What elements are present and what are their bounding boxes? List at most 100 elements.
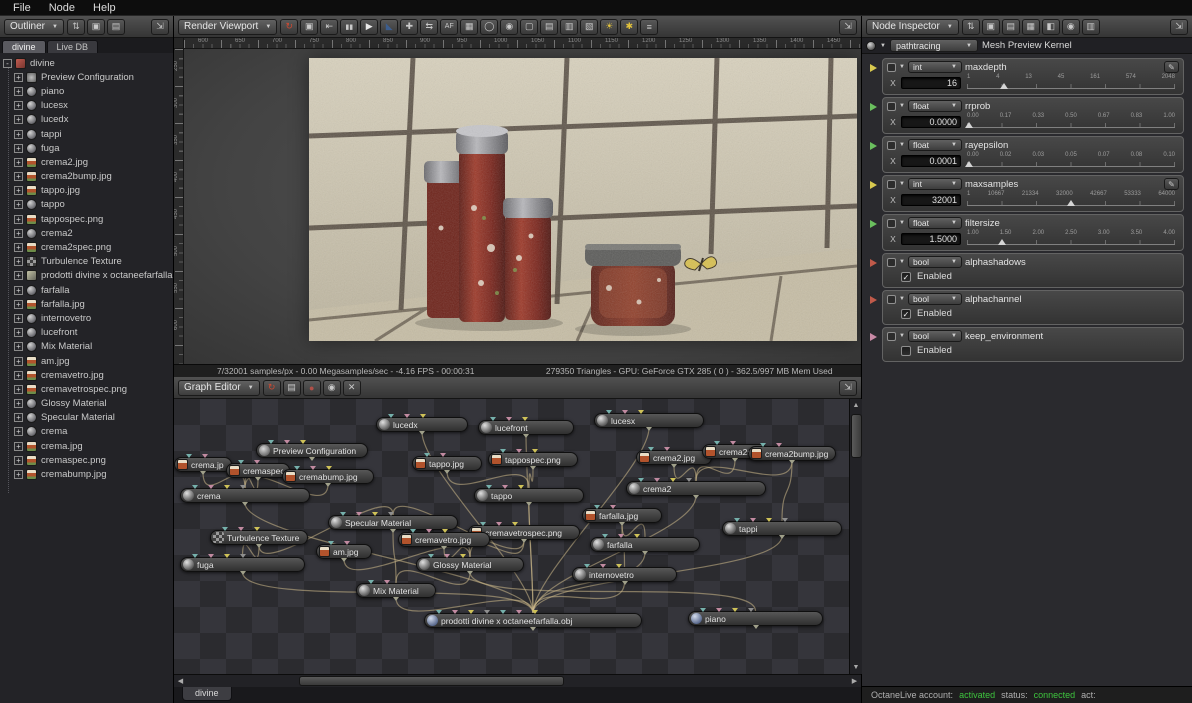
tree-item-cremaspec-png[interactable]: + cremaspec.png — [0, 453, 173, 467]
node-pin-icon[interactable] — [208, 554, 214, 558]
graph-node-farfalla[interactable]: farfalla — [590, 534, 700, 555]
expand-icon[interactable]: + — [14, 370, 23, 380]
inspector-expand-icon[interactable]: ⇲ — [1170, 18, 1188, 35]
graph-node-crema[interactable]: crema — [180, 485, 310, 506]
kernel-type-dropdown[interactable]: pathtracing ▼ — [889, 39, 978, 52]
graph-node-fuga[interactable]: fuga — [180, 554, 305, 575]
node-pin-icon[interactable] — [480, 522, 486, 526]
graph-node-tappi[interactable]: tappi — [722, 518, 842, 539]
node-pin-icon[interactable] — [532, 610, 538, 614]
node-pin-icon[interactable] — [440, 453, 446, 457]
node-pin-icon[interactable] — [766, 518, 772, 522]
autofocus-icon[interactable]: AF — [440, 18, 459, 35]
graph-expand-icon[interactable]: ⇲ — [839, 379, 857, 396]
node-pin-icon[interactable] — [506, 417, 512, 421]
node-pin-icon[interactable] — [310, 466, 316, 470]
output-pin-icon[interactable] — [393, 597, 399, 601]
param-value-input[interactable]: 16 — [901, 76, 961, 89]
output-pin-icon[interactable] — [619, 522, 625, 526]
expand-icon[interactable]: + — [14, 186, 23, 196]
expand-icon[interactable]: + — [14, 413, 23, 423]
node-pin-icon[interactable] — [654, 478, 660, 482]
node-pin-icon[interactable] — [518, 485, 524, 489]
node-pin-icon[interactable] — [700, 608, 706, 612]
node-pin-icon[interactable] — [368, 580, 374, 584]
expand-icon[interactable]: + — [14, 143, 23, 153]
param-type-dropdown[interactable]: int ▼ — [907, 61, 962, 73]
picker-icon[interactable]: ◣ — [380, 18, 399, 35]
expand-icon[interactable]: + — [14, 257, 23, 267]
tree-item-tappo[interactable]: + tappo — [0, 198, 173, 212]
menu-file[interactable]: File — [4, 0, 40, 16]
output-pin-icon[interactable] — [256, 544, 262, 548]
inspector-selector-dropdown[interactable]: Node Inspector ▼ — [866, 18, 959, 35]
node-pin-icon[interactable] — [340, 512, 346, 516]
collapse-arrow-icon[interactable]: ▼ — [899, 142, 905, 148]
tree-item-piano[interactable]: + piano — [0, 84, 173, 98]
output-pin-icon[interactable] — [693, 495, 699, 499]
node-pin-icon[interactable] — [500, 449, 506, 453]
node-pin-icon[interactable] — [468, 610, 474, 614]
outliner-selector-dropdown[interactable]: Outliner ▼ — [4, 18, 64, 35]
node-pin-icon[interactable] — [254, 527, 260, 531]
graph-node-lucedx[interactable]: lucedx — [376, 414, 468, 435]
scroll-up-icon[interactable]: ▲ — [850, 399, 863, 412]
node-pin-icon[interactable] — [460, 554, 466, 558]
graph-node-cvetro[interactable]: cremavetro.jpg — [398, 529, 490, 550]
output-pin-icon[interactable] — [242, 502, 248, 506]
sync-icon[interactable]: ⇅ — [66, 18, 85, 35]
tree-item-farfalla-jpg[interactable]: + farfalla.jpg — [0, 297, 173, 311]
tree-item-divine[interactable]: - divine — [0, 56, 173, 70]
node-pin-icon[interactable] — [512, 522, 518, 526]
node-pin-icon[interactable] — [254, 460, 260, 464]
param-pin-icon[interactable] — [870, 142, 877, 150]
output-pin-icon[interactable] — [441, 546, 447, 550]
film-icon[interactable]: ▦ — [460, 18, 479, 35]
node-pin-icon[interactable] — [602, 534, 608, 538]
expand-icon[interactable]: + — [14, 157, 23, 167]
enabled-checkbox[interactable]: ✓ — [901, 308, 911, 319]
node-pin-icon[interactable] — [452, 610, 458, 614]
graph-node-internovetro[interactable]: internovetro — [572, 564, 677, 585]
tree-item-preview-configuration[interactable]: + Preview Configuration — [0, 70, 173, 84]
viewport-expand-icon[interactable]: ⇲ — [839, 18, 857, 35]
graph-node-tappospec[interactable]: tappospec.png — [488, 449, 578, 470]
tree-item-crema2[interactable]: + crema2 — [0, 226, 173, 240]
graph-node-crema2[interactable]: crema2 — [626, 478, 766, 499]
param-pin-icon[interactable] — [870, 333, 877, 341]
aperture-icon[interactable]: ◉ — [500, 18, 519, 35]
node-graph-canvas[interactable]: lucedx lucefront lucesx Preview Configurati… — [174, 399, 849, 674]
node-pin-icon[interactable] — [634, 534, 640, 538]
node-pin-icon[interactable] — [782, 518, 788, 522]
new-window-icon[interactable]: ▤ — [282, 379, 301, 396]
enabled-checkbox[interactable] — [901, 345, 911, 356]
sync-icon[interactable]: ⇅ — [961, 18, 980, 35]
output-pin-icon[interactable] — [646, 427, 652, 431]
node-pin-icon[interactable] — [268, 440, 274, 444]
param-type-dropdown[interactable]: float ▼ — [907, 100, 962, 112]
node-pin-icon[interactable] — [202, 454, 208, 458]
tree-item-lucefront[interactable]: + lucefront — [0, 326, 173, 340]
tree-item-mix-material[interactable]: + Mix Material — [0, 340, 173, 354]
node-pin-icon[interactable] — [240, 554, 246, 558]
region-icon[interactable]: ▢ — [520, 18, 539, 35]
expand-icon[interactable]: + — [14, 427, 23, 437]
node-pin-icon[interactable] — [776, 443, 782, 447]
output-pin-icon[interactable] — [309, 457, 315, 461]
node-pin-icon[interactable] — [522, 417, 528, 421]
tree-item-cremabump-jpg[interactable]: + cremabump.jpg — [0, 467, 173, 481]
node-pin-icon[interactable] — [410, 529, 416, 533]
output-pin-icon[interactable] — [255, 477, 261, 481]
output-pin-icon[interactable] — [526, 502, 532, 506]
node-pin-icon[interactable] — [186, 454, 192, 458]
node-pin-icon[interactable] — [750, 518, 756, 522]
output-pin-icon[interactable] — [530, 627, 536, 631]
graph-node-tappo[interactable]: tappo — [474, 485, 584, 506]
graph-node-crema2-jpg[interactable]: crema2.jpg — [636, 447, 712, 468]
node-pin-icon[interactable] — [716, 608, 722, 612]
param-value-input[interactable]: 0.0000 — [901, 115, 961, 128]
node-pin-icon[interactable] — [240, 485, 246, 489]
expand-icon[interactable]: + — [14, 72, 23, 82]
param-slider[interactable]: 1 10667 21334 32000 42667 53333 64000 — [967, 191, 1175, 208]
param-slider[interactable]: 1.00 1.50 2.00 2.50 3.00 3.50 4.00 — [967, 230, 1175, 247]
